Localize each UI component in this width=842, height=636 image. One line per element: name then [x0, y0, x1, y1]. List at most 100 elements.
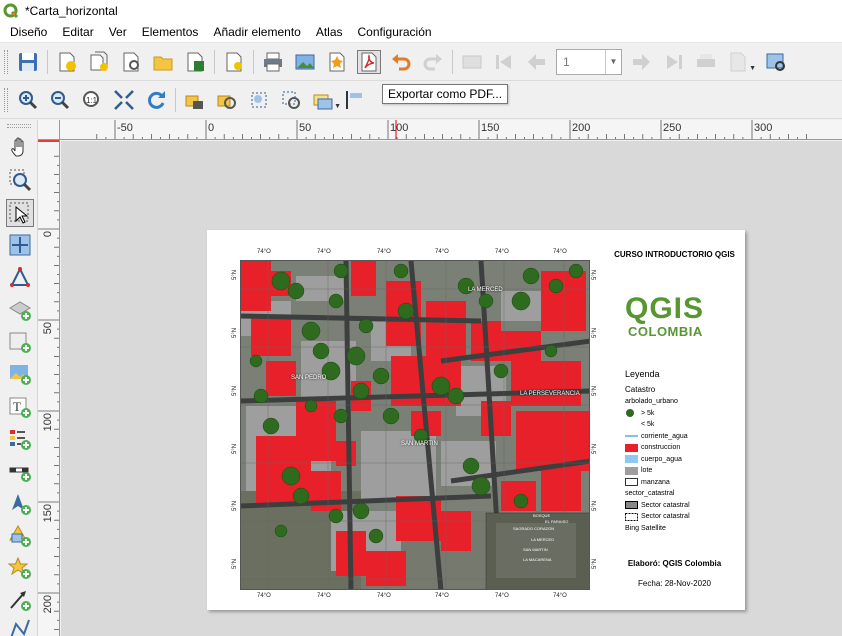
toolbar-grip[interactable] [4, 49, 8, 74]
legend-heading: Leyenda [625, 369, 660, 379]
select-tool-button[interactable] [6, 199, 34, 227]
edit-nodes-button[interactable] [6, 263, 34, 291]
undo-button[interactable] [389, 50, 413, 74]
grid-label: 74°O [435, 593, 449, 599]
atlas-page-select[interactable]: 1 ▼ [556, 48, 622, 75]
grid-label: 74°O [377, 249, 391, 255]
vertical-ruler[interactable]: 0 50 100 150 200 [38, 140, 60, 636]
dashed-symbol-icon [625, 512, 638, 521]
separator [452, 49, 453, 74]
export-atlas-button[interactable]: ▼ [726, 50, 756, 74]
zoom-out-button[interactable] [48, 88, 72, 112]
legend-entry: arbolado_urbano [625, 398, 678, 406]
ruler-label: 200 [42, 595, 54, 613]
lock-items-button[interactable] [183, 88, 207, 112]
add-legend-button[interactable] [6, 425, 34, 453]
add-map-button[interactable] [6, 328, 34, 356]
first-feature-button[interactable] [492, 50, 516, 74]
add-3d-map-button[interactable] [6, 296, 34, 324]
align-items-button[interactable] [343, 88, 367, 112]
print-atlas-button[interactable] [694, 50, 718, 74]
layout-manager-button[interactable] [119, 50, 143, 74]
refresh-button[interactable] [144, 88, 168, 112]
tools-toolbar: T [0, 120, 38, 636]
open-template-button[interactable] [151, 50, 175, 74]
legend-item[interactable]: Leyenda Catastro arbolado_urbano > 5k < … [625, 370, 740, 534]
inset-label: EL PARAISO [545, 519, 569, 524]
add-marker-button[interactable] [6, 554, 34, 582]
last-feature-button[interactable] [662, 50, 686, 74]
horizontal-ruler[interactable]: -50 0 50 100 150 200 250 300 [60, 120, 842, 140]
map-title[interactable]: CURSO INTRODUCTORIO QGIS [607, 250, 742, 260]
export-atlas-icon [730, 52, 746, 71]
ruler-label: 200 [572, 122, 590, 134]
menu-configuracion[interactable]: Configuración [348, 25, 439, 39]
unlock-items-button[interactable] [215, 88, 239, 112]
toolbar-grip[interactable] [7, 124, 31, 128]
ruler-label: -50 [117, 122, 133, 134]
pan-tool-button[interactable] [6, 134, 34, 162]
menu-anadir-elemento[interactable]: Añadir elemento [203, 25, 307, 39]
add-north-arrow-button[interactable] [6, 490, 34, 518]
add-scalebar-button[interactable] [6, 457, 34, 485]
raise-icon [313, 94, 333, 110]
print-button[interactable] [261, 50, 285, 74]
new-page-button[interactable] [222, 50, 246, 74]
menu-elementos[interactable]: Elementos [132, 25, 206, 39]
add-arrow-button[interactable] [6, 586, 34, 614]
export-image-button[interactable] [293, 50, 317, 74]
save-layout-button[interactable] [16, 50, 40, 74]
atlas-settings-button[interactable] [764, 50, 788, 74]
menu-editar[interactable]: Editar [52, 25, 100, 39]
date-label[interactable]: Fecha: 28-Nov-2020 [607, 579, 742, 588]
credit-label[interactable]: Elaboró: QGIS Colombia [607, 559, 742, 568]
arrow-left-icon [528, 53, 545, 70]
add-shape-button[interactable] [6, 522, 34, 550]
ruler-label: 100 [42, 413, 54, 431]
chevron-down-icon: ▼ [334, 103, 341, 110]
export-pdf-button[interactable] [357, 49, 381, 74]
zoom-full-button[interactable] [112, 88, 136, 112]
menu-diseno[interactable]: Diseño [0, 25, 54, 39]
edit-nodes-icon [10, 266, 30, 287]
zoom-in-button[interactable] [16, 88, 40, 112]
toolbar-grip[interactable] [4, 88, 8, 112]
group-items-button[interactable] [247, 88, 271, 112]
redo-button[interactable] [421, 50, 445, 74]
group-icon [251, 92, 267, 108]
grid-label: 5°N [592, 269, 598, 280]
qgis-colombia-logo[interactable]: QGIS COLOMBIA [625, 294, 725, 344]
zoom-tool-button[interactable] [6, 166, 34, 194]
star-marker-icon [8, 556, 31, 579]
qgis-logo-icon [3, 3, 19, 19]
move-content-button[interactable] [6, 231, 34, 259]
grid-label: 74°O [553, 249, 567, 255]
menu-ver[interactable]: Ver [99, 25, 134, 39]
add-polyline-button[interactable] [6, 616, 34, 636]
layout-canvas[interactable]: 74°O 74°O 74°O 74°O 74°O 74°O 74°O 74°O … [61, 141, 842, 636]
inset-label: SAGRADO CORAZON [513, 526, 555, 531]
atlas-preview-button[interactable] [460, 50, 484, 74]
zoom-tool-icon [9, 169, 32, 192]
menu-atlas[interactable]: Atlas [306, 25, 350, 39]
layout-page[interactable]: 74°O 74°O 74°O 74°O 74°O 74°O 74°O 74°O … [207, 230, 745, 610]
add-picture-button[interactable] [6, 360, 34, 388]
raise-items-button[interactable]: ▼ [311, 88, 341, 112]
ruler-label: 0 [42, 231, 54, 237]
add-label-button[interactable]: T [6, 393, 34, 421]
map-item[interactable]: LA MERCED SAN PEDRO LA PERSEVERANCIA SAN… [240, 260, 590, 590]
zoom-actual-button[interactable]: 1:1 [80, 88, 104, 112]
ruler-label: 250 [663, 122, 681, 134]
legend-group: Catastro [625, 385, 656, 394]
previous-feature-button[interactable] [524, 50, 548, 74]
duplicate-layout-button[interactable] [87, 50, 111, 74]
export-svg-button[interactable] [325, 50, 349, 74]
new-layout-button[interactable] [55, 50, 79, 74]
legend-entry: corriente_agua [625, 431, 740, 443]
save-template-button[interactable] [183, 50, 207, 74]
ungroup-items-button[interactable] [279, 88, 303, 112]
zoom-in-icon [19, 91, 38, 110]
next-feature-button[interactable] [630, 50, 654, 74]
legend-entry: construccion [625, 442, 740, 454]
add-polyline-icon [10, 619, 30, 636]
